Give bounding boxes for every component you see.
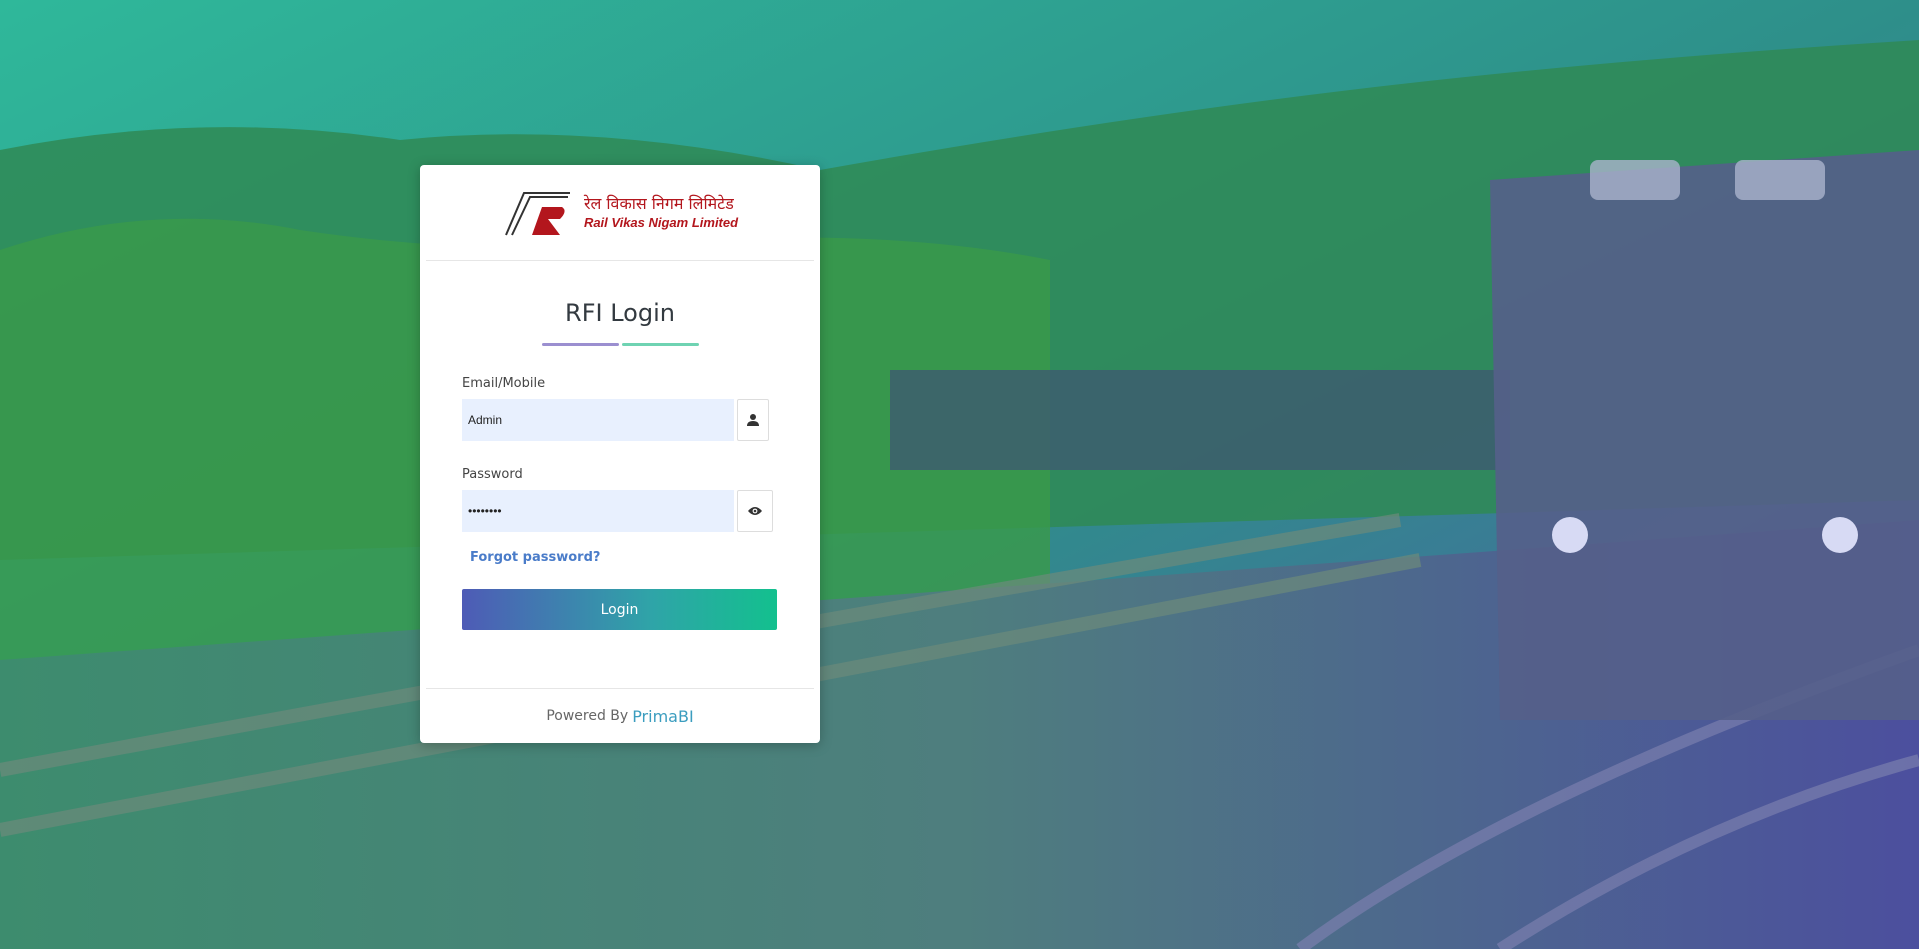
footer: Powered By PrimaBI <box>426 688 814 743</box>
forgot-password-link[interactable]: Forgot password? <box>470 550 778 565</box>
rvnl-logo-icon <box>505 191 570 235</box>
email-label: Email/Mobile <box>462 376 546 391</box>
title-underline <box>420 343 820 346</box>
password-field[interactable]: •••••••• <box>462 490 734 532</box>
email-field[interactable]: Admin <box>462 399 734 441</box>
vendor-logo: PrimaBI <box>632 706 694 726</box>
user-icon <box>737 399 769 441</box>
login-button[interactable]: Login <box>462 589 777 630</box>
company-name-hindi: रेल विकास निगम लिमिटेड <box>583 193 734 213</box>
eye-icon[interactable] <box>737 490 773 532</box>
password-label: Password <box>462 467 523 482</box>
page-title: RFI Login <box>565 299 675 327</box>
login-card: रेल विकास निगम लिमिटेड Rail Vikas Nigam … <box>420 165 820 743</box>
underline-right <box>621 343 699 346</box>
background-image <box>0 0 1919 949</box>
underline-left <box>541 343 619 346</box>
login-form: Email/Mobile Admin Password •••••••• For… <box>420 376 820 630</box>
logo-header: रेल विकास निगम लिमिटेड Rail Vikas Nigam … <box>426 165 814 261</box>
company-name-english: Rail Vikas Nigam Limited <box>583 214 739 230</box>
powered-by-text: Powered By <box>546 708 629 724</box>
company-logo: रेल विकास निगम लिमिटेड Rail Vikas Nigam … <box>502 189 738 237</box>
